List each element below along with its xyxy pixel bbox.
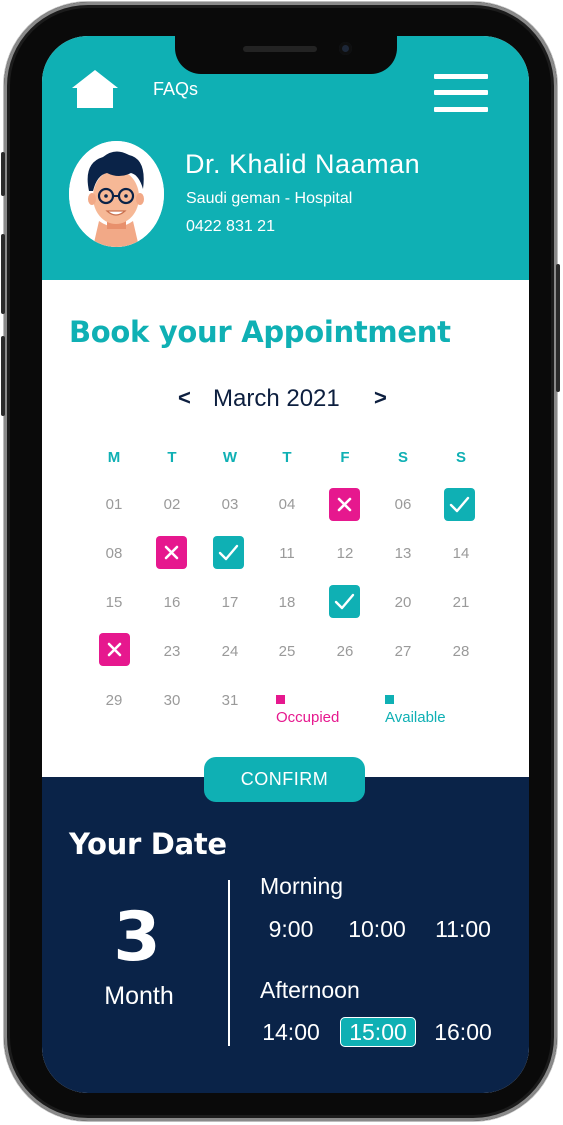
weekday-header: W xyxy=(222,449,238,466)
weekday-header: M xyxy=(107,449,121,466)
afternoon-label: Afternoon xyxy=(260,977,360,1003)
occupied-day-x-icon[interactable] xyxy=(329,488,360,521)
book-appointment-title: Book your Appointment xyxy=(69,315,451,349)
month-navigator: < March 2021 > xyxy=(172,385,392,417)
mute-switch xyxy=(1,152,5,196)
calendar-day[interactable]: 08 xyxy=(94,538,134,570)
your-date-title: Your Date xyxy=(69,827,227,861)
time-slot[interactable]: 16:00 xyxy=(425,1017,501,1047)
confirm-button[interactable]: CONFIRM xyxy=(204,757,365,802)
calendar-day[interactable]: 03 xyxy=(210,489,250,521)
next-month-button[interactable]: > xyxy=(374,385,387,411)
calendar-day[interactable]: 31 xyxy=(210,685,250,717)
occupied-swatch xyxy=(276,695,285,704)
doctor-avatar xyxy=(69,141,164,247)
phone-screen: FAQs Dr. Khalid Naaman Saudi geman - Hos… xyxy=(42,36,529,1093)
volume-up-button xyxy=(1,234,5,314)
front-camera xyxy=(339,42,352,55)
doctor-name: Dr. Khalid Naaman xyxy=(185,149,421,179)
weekday-header: T xyxy=(282,449,292,466)
power-button xyxy=(556,264,560,392)
time-slot[interactable]: 9:00 xyxy=(253,914,329,944)
weekday-header: F xyxy=(340,449,350,466)
doctor-phone: 0422 831 21 xyxy=(186,218,275,235)
date-unit: Month xyxy=(104,982,174,1010)
calendar-day[interactable]: 26 xyxy=(325,636,365,668)
phone-frame: FAQs Dr. Khalid Naaman Saudi geman - Hos… xyxy=(1,2,560,1121)
calendar-day[interactable]: 16 xyxy=(152,587,192,619)
date-number: 3 xyxy=(113,898,161,977)
prev-month-button[interactable]: < xyxy=(178,385,191,411)
notch xyxy=(175,36,397,74)
divider xyxy=(228,880,230,1046)
calendar-day[interactable]: 06 xyxy=(383,489,423,521)
volume-down-button xyxy=(1,336,5,416)
calendar-day[interactable]: 20 xyxy=(383,587,423,619)
calendar-day[interactable]: 27 xyxy=(383,636,423,668)
time-slot-selected[interactable]: 15:00 xyxy=(340,1017,416,1047)
calendar-day[interactable]: 21 xyxy=(441,587,481,619)
hamburger-menu-icon[interactable] xyxy=(434,74,488,112)
time-slot[interactable]: 11:00 xyxy=(425,914,501,944)
legend-occupied: Occupied xyxy=(276,692,339,726)
available-day-check-icon[interactable] xyxy=(213,536,244,569)
month-label: March 2021 xyxy=(213,385,340,412)
calendar-day[interactable]: 23 xyxy=(152,636,192,668)
home-icon[interactable] xyxy=(72,70,118,108)
calendar-day[interactable]: 29 xyxy=(94,685,134,717)
legend-available-label: Available xyxy=(385,709,446,726)
available-day-check-icon[interactable] xyxy=(329,585,360,618)
calendar-day[interactable]: 02 xyxy=(152,489,192,521)
time-slot[interactable]: 14:00 xyxy=(253,1017,329,1047)
speaker xyxy=(243,46,317,52)
calendar-day[interactable]: 14 xyxy=(441,538,481,570)
legend-available: Available xyxy=(385,692,446,726)
calendar-day[interactable]: 25 xyxy=(267,636,307,668)
legend-occupied-label: Occupied xyxy=(276,709,340,726)
weekday-header: S xyxy=(455,449,466,466)
available-swatch xyxy=(385,695,394,704)
weekday-header: S xyxy=(397,449,408,466)
calendar-day[interactable]: 12 xyxy=(325,538,365,570)
calendar-day[interactable]: 28 xyxy=(441,636,481,668)
time-slot[interactable]: 10:00 xyxy=(339,914,415,944)
faqs-link[interactable]: FAQs xyxy=(153,79,198,100)
calendar-day[interactable]: 18 xyxy=(267,587,307,619)
morning-label: Morning xyxy=(260,873,344,899)
weekday-header: T xyxy=(167,449,177,466)
occupied-day-x-icon[interactable] xyxy=(156,536,187,569)
calendar-day[interactable]: 04 xyxy=(267,489,307,521)
calendar-day[interactable]: 24 xyxy=(210,636,250,668)
calendar-day[interactable]: 11 xyxy=(267,538,307,570)
calendar-day[interactable]: 13 xyxy=(383,538,423,570)
calendar-day[interactable]: 30 xyxy=(152,685,192,717)
doctor-hospital: Saudi geman - Hospital xyxy=(186,190,353,207)
occupied-day-x-icon[interactable] xyxy=(99,633,130,666)
calendar-day[interactable]: 17 xyxy=(210,587,250,619)
calendar-day[interactable]: 01 xyxy=(94,489,134,521)
calendar-day[interactable]: 15 xyxy=(94,587,134,619)
available-day-check-icon[interactable] xyxy=(444,488,475,521)
